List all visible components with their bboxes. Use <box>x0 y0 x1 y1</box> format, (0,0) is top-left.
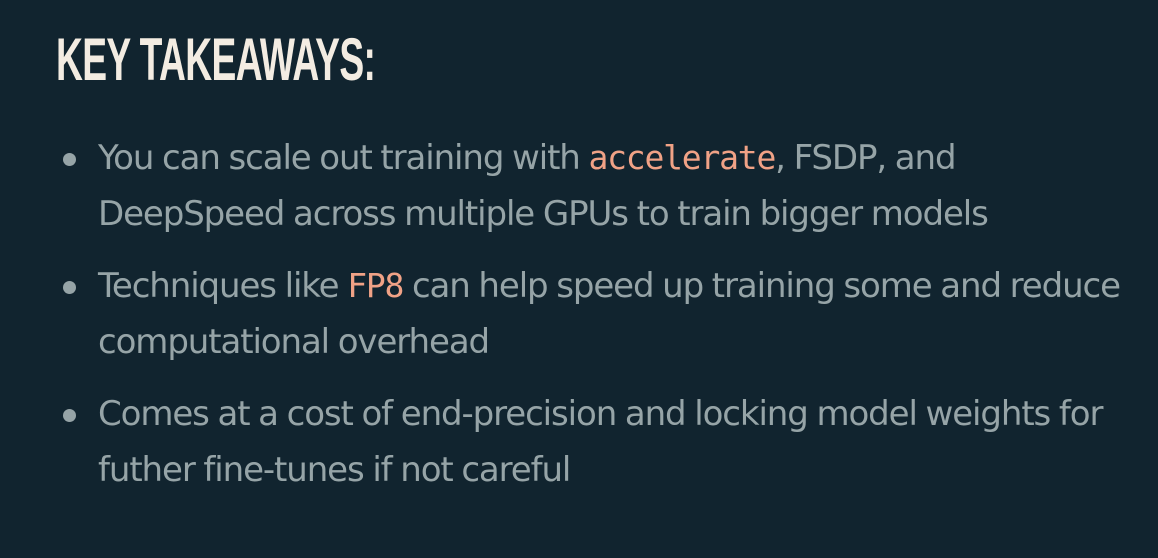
bullet-dot-icon <box>63 153 76 166</box>
bullet-text-pre: Techniques like <box>98 266 348 306</box>
takeaways-list: You can scale out training with accelera… <box>60 130 1140 514</box>
bullet-text-pre: Comes at a cost of end-precision and loc… <box>98 394 1103 490</box>
slide: KEY TAKEAWAYS: You can scale out trainin… <box>0 0 1158 558</box>
inline-code: accelerate <box>588 138 776 177</box>
list-item: You can scale out training with accelera… <box>60 130 1140 242</box>
inline-code: FP8 <box>347 266 404 305</box>
bullet-dot-icon <box>63 281 76 294</box>
list-item: Comes at a cost of end-precision and loc… <box>60 386 1140 498</box>
bullet-dot-icon <box>63 409 76 422</box>
bullet-text-pre: You can scale out training with <box>98 138 589 178</box>
list-item: Techniques like FP8 can help speed up tr… <box>60 258 1140 370</box>
slide-title: KEY TAKEAWAYS: <box>56 26 376 93</box>
